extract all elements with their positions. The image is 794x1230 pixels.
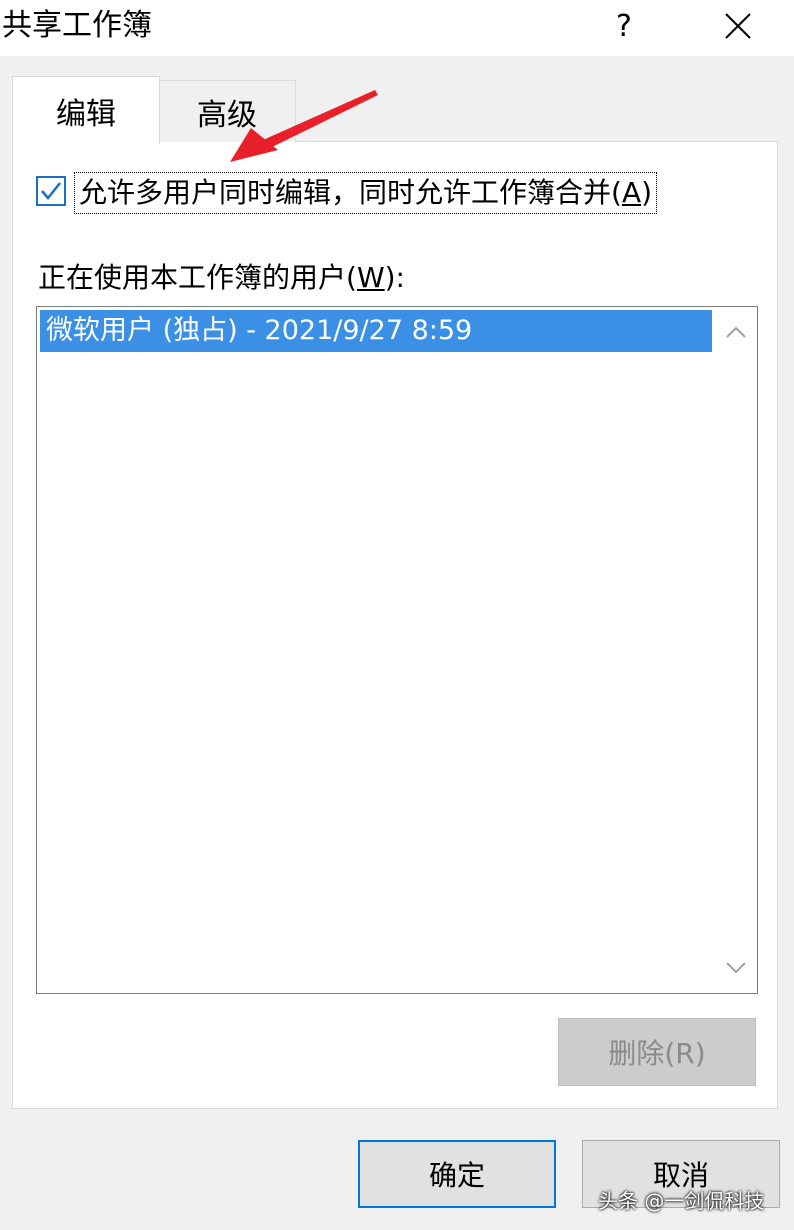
scroll-up-button[interactable]: [719, 315, 753, 349]
allow-multiuser-checkbox[interactable]: [36, 176, 66, 206]
allow-multiuser-label[interactable]: 允许多用户同时编辑，同时允许工作簿合并(A): [74, 172, 658, 214]
checkmark-icon: [41, 182, 61, 200]
users-label-suffix: ):: [384, 261, 405, 294]
remove-user-button[interactable]: 删除(R): [558, 1018, 756, 1086]
scroll-down-button[interactable]: [719, 951, 753, 985]
dialog-title: 共享工作簿: [2, 8, 152, 43]
users-label-prefix: 正在使用本工作簿的用户(: [38, 261, 357, 294]
tab-edit[interactable]: 编辑: [12, 76, 160, 144]
users-label-accelerator: W: [356, 261, 385, 294]
ok-button[interactable]: 确定: [358, 1140, 556, 1208]
users-list-label: 正在使用本工作簿的用户(W):: [38, 258, 405, 298]
list-item[interactable]: 微软用户 (独占) - 2021/9/27 8:59: [40, 310, 712, 352]
title-bar: 共享工作簿 ?: [0, 0, 794, 56]
help-button[interactable]: ?: [598, 0, 650, 52]
annotation-arrow-icon: [230, 90, 378, 162]
chevron-down-icon: [726, 962, 746, 974]
allow-multiuser-label-suffix: ): [641, 176, 653, 209]
chevron-up-icon: [726, 326, 746, 338]
close-icon: [725, 13, 751, 39]
close-button[interactable]: [712, 0, 764, 52]
allow-multiuser-label-prefix: 允许多用户同时编辑，同时允许工作簿合并(: [79, 176, 622, 209]
allow-multiuser-accelerator: A: [621, 176, 642, 209]
users-listbox[interactable]: 微软用户 (独占) - 2021/9/27 8:59: [36, 306, 758, 994]
watermark-text: 头条 @一剑侃科技: [598, 1189, 765, 1213]
